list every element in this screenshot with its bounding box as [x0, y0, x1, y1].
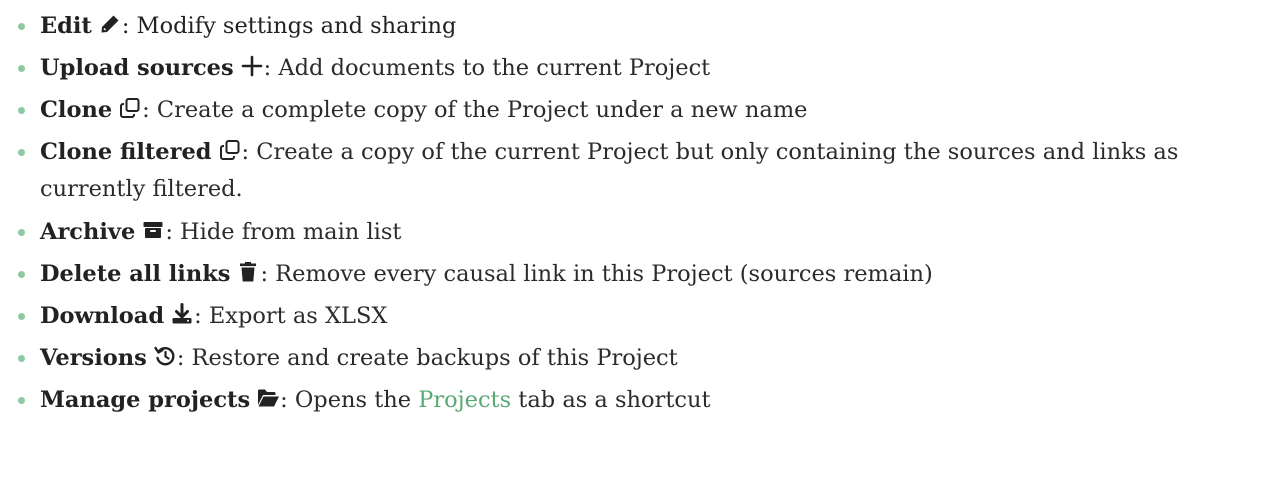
- item-name: Clone filtered: [40, 139, 212, 165]
- bullet-icon: [18, 149, 25, 156]
- list-item-manage-projects: Manage projects : Opens the Projects tab …: [18, 382, 1263, 419]
- item-description: : Add documents to the current Project: [263, 55, 711, 81]
- item-name: Edit: [40, 13, 92, 39]
- bullet-icon: [18, 397, 25, 404]
- plus-icon: [240, 54, 264, 78]
- bullet-icon: [18, 107, 25, 114]
- list-item-archive: Archive : Hide from main list: [18, 214, 1263, 251]
- list-item-clone: Clone : Create a complete copy of the Pro…: [18, 92, 1263, 129]
- history-icon: [153, 344, 177, 368]
- item-description: : Modify settings and sharing: [121, 13, 457, 39]
- list-item-upload-sources: Upload sources : Add documents to the cur…: [18, 50, 1263, 87]
- trash-icon: [236, 260, 260, 284]
- list-item-download: Download : Export as XLSX: [18, 298, 1263, 335]
- list-item-edit: Edit : Modify settings and sharing: [18, 8, 1263, 45]
- bullet-icon: [18, 23, 25, 30]
- item-description-before-link: : Opens the: [280, 387, 419, 413]
- item-description-after-link: tab as a shortcut: [511, 387, 711, 413]
- download-icon: [170, 302, 194, 326]
- item-name: Versions: [40, 345, 147, 371]
- feature-list: Edit : Modify settings and sharing Upload…: [18, 8, 1263, 424]
- bullet-icon: [18, 313, 25, 320]
- list-item-versions: Versions : Restore and create backups of …: [18, 340, 1263, 377]
- item-description: : Remove every causal link in this Proje…: [260, 261, 933, 287]
- folder-open-icon: [256, 386, 280, 410]
- bullet-icon: [18, 229, 25, 236]
- archive-box-icon: [141, 218, 165, 242]
- item-name: Delete all links: [40, 261, 231, 287]
- item-description: : Export as XLSX: [194, 303, 388, 329]
- pencil-icon: [98, 12, 122, 36]
- clone-icon: [218, 138, 242, 162]
- list-item-delete-all-links: Delete all links : Remove every causal li…: [18, 256, 1263, 293]
- item-name: Archive: [40, 219, 136, 245]
- item-name: Manage projects: [40, 387, 251, 413]
- clone-icon: [118, 96, 142, 120]
- item-name: Clone: [40, 97, 113, 123]
- item-description: : Hide from main list: [165, 219, 402, 245]
- bullet-icon: [18, 65, 25, 72]
- item-description: : Create a complete copy of the Project …: [142, 97, 808, 123]
- projects-tab-link[interactable]: Projects: [418, 387, 511, 413]
- bullet-icon: [18, 271, 25, 278]
- item-description: : Restore and create backups of this Pro…: [176, 345, 678, 371]
- list-item-clone-filtered: Clone filtered: Create a copy of the cur…: [18, 134, 1263, 208]
- item-name: Download: [40, 303, 165, 329]
- item-name: Upload sources: [40, 55, 234, 81]
- bullet-icon: [18, 355, 25, 362]
